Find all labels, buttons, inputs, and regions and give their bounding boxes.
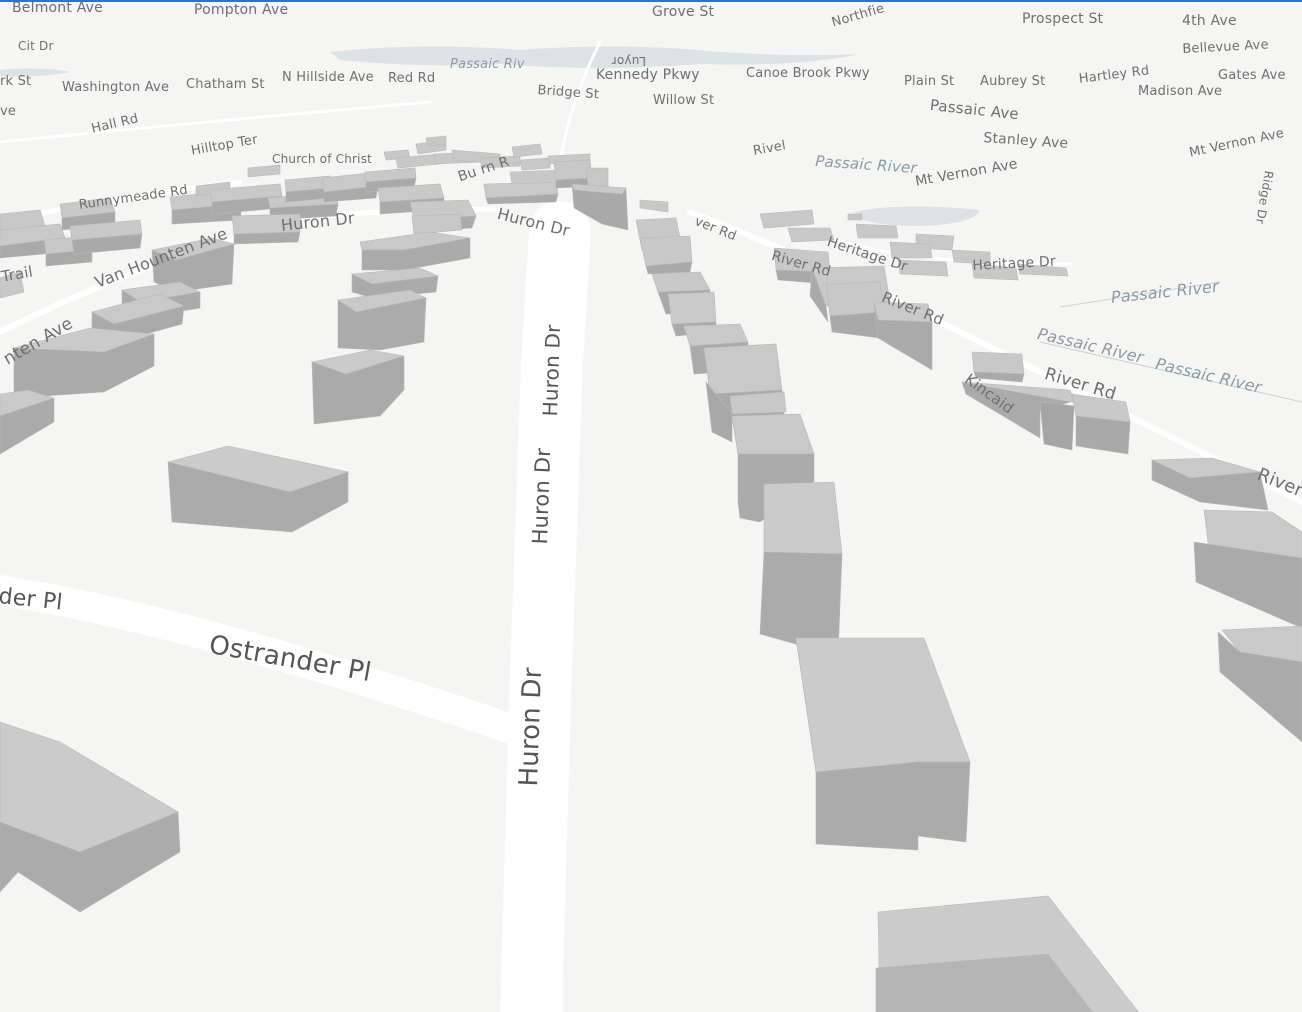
building	[875, 895, 1139, 1012]
road-label-cit-dr[interactable]: Cit Dr	[18, 39, 54, 53]
road-label-rk-st[interactable]: rk St	[0, 74, 31, 89]
building	[795, 637, 971, 851]
water-pond	[855, 206, 980, 226]
building	[310, 349, 405, 425]
building	[519, 157, 551, 171]
road-label-kennedy-pkwy[interactable]: Kennedy Pkwy	[596, 67, 700, 83]
building	[639, 199, 669, 213]
building	[585, 167, 609, 187]
building	[509, 169, 563, 185]
road-label-n-hillside-ave[interactable]: N Hillside Ave	[282, 70, 374, 85]
building	[483, 181, 559, 205]
building	[247, 164, 281, 178]
road-label-aubrey-st[interactable]: Aubrey St	[980, 74, 1045, 89]
road-label-ve[interactable]: ve	[0, 104, 16, 119]
building	[847, 213, 863, 221]
road-label-plain-st[interactable]: Plain St	[904, 74, 954, 89]
map-view[interactable]: Belmont Ave Pompton Ave Grove St Northfi…	[0, 0, 1302, 1012]
building	[1193, 509, 1302, 629]
road-label-belmont-ave[interactable]: Belmont Ave	[12, 2, 103, 16]
building	[1217, 625, 1302, 743]
building	[0, 721, 181, 913]
road-label-pompton-ave[interactable]: Pompton Ave	[194, 2, 288, 18]
road-label-prospect-st[interactable]: Prospect St	[1022, 11, 1103, 27]
road-label-huron-dr-v3[interactable]: Huron Dr	[514, 667, 548, 787]
road-label-willow-st[interactable]: Willow St	[653, 93, 714, 108]
road-label-luyor[interactable]: Luyor	[612, 54, 646, 68]
building	[759, 209, 815, 229]
building	[855, 223, 899, 239]
road-label-red-rd[interactable]: Red Rd	[388, 71, 435, 86]
building	[359, 231, 471, 271]
building	[1151, 457, 1269, 511]
road-label-4th-ave[interactable]: 4th Ave	[1182, 13, 1237, 29]
road-hall-rd	[0, 100, 432, 144]
building	[69, 219, 143, 255]
road-layer	[0, 40, 1302, 1012]
building	[1071, 393, 1131, 455]
road-label-washington-ave[interactable]: Washington Ave	[62, 80, 169, 95]
building	[639, 235, 693, 275]
road-label-canoe-brook-pkwy[interactable]: Canoe Brook Pkwy	[746, 66, 870, 81]
building	[425, 135, 447, 147]
road-label-huron-dr-v2[interactable]: Huron Dr	[528, 448, 555, 545]
building	[0, 389, 55, 455]
building	[337, 289, 427, 351]
road-label-madison-ave[interactable]: Madison Ave	[1138, 84, 1222, 99]
poi-label-church-of-christ[interactable]: Church of Christ	[272, 152, 372, 166]
building	[511, 143, 543, 158]
road-label-grove-st[interactable]: Grove St	[652, 4, 714, 20]
road-label-huron-dr-v1[interactable]: Huron Dr	[538, 324, 565, 417]
building	[167, 445, 350, 533]
building	[759, 481, 843, 657]
building	[411, 213, 463, 235]
road-label-gates-ave[interactable]: Gates Ave	[1218, 68, 1286, 83]
road-label-chatham-st[interactable]: Chatham St	[186, 77, 265, 92]
buildings-layer	[0, 135, 1302, 1012]
water-label-passaic-riv[interactable]: Passaic Riv	[450, 57, 525, 72]
